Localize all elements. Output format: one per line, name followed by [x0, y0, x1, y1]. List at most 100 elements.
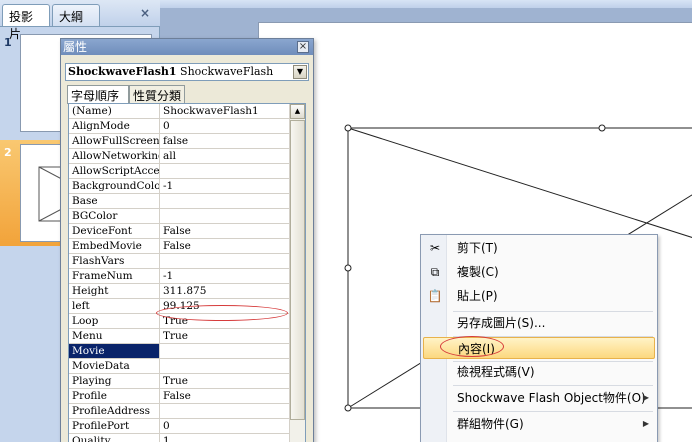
property-key: Base — [69, 194, 160, 208]
property-row[interactable]: Profile False — [69, 389, 291, 404]
property-key: Loop — [69, 314, 160, 328]
properties-title-bar[interactable]: 屬性 × — [61, 39, 313, 55]
property-key: AllowScriptAccess — [69, 164, 160, 178]
object-selector[interactable]: ShockwaveFlash1 ShockwaveFlash ▼ — [65, 63, 309, 81]
property-key: Menu — [69, 329, 160, 343]
tab-slides[interactable]: 投影片 — [2, 4, 50, 41]
property-row[interactable]: Playing True — [69, 374, 291, 389]
property-value[interactable]: True — [160, 374, 291, 388]
chevron-down-icon[interactable]: ▼ — [293, 65, 307, 79]
property-grid: (Name) ShockwaveFlash1 AlignMode 0 AllowFull… — [68, 103, 306, 442]
tab-categorized[interactable]: 性質分類 — [129, 85, 185, 103]
property-row[interactable]: AlignMode 0 — [69, 119, 291, 134]
property-key: Movie — [69, 344, 160, 358]
scissors-icon: ✂ — [429, 241, 441, 255]
property-row[interactable]: Menu True — [69, 329, 291, 344]
property-key: FrameNum — [69, 269, 160, 283]
property-value[interactable]: False — [160, 239, 291, 253]
menu-separator — [453, 411, 653, 412]
property-row[interactable]: FlashVars — [69, 254, 291, 269]
property-row[interactable]: Base — [69, 194, 291, 209]
property-row[interactable]: BGColor — [69, 209, 291, 224]
property-key: AllowNetworking — [69, 149, 160, 163]
menu-item-paste[interactable]: 📋 貼上(P) — [421, 285, 657, 307]
property-key: ProfileAddress — [69, 404, 160, 418]
submenu-arrow-icon: ▶ — [642, 393, 649, 402]
menu-item-label: 剪下(T) — [457, 241, 498, 255]
property-key: MovieData — [69, 359, 160, 373]
property-value[interactable] — [160, 359, 291, 373]
property-value[interactable]: False — [160, 389, 291, 403]
property-key: Profile — [69, 389, 160, 403]
scroll-thumb[interactable] — [290, 120, 305, 420]
property-key: FlashVars — [69, 254, 160, 268]
property-key: DeviceFont — [69, 224, 160, 238]
property-value[interactable]: -1 — [160, 179, 291, 193]
menu-item-group[interactable]: 群組物件(G) ▶ — [421, 413, 657, 435]
menu-item-view-code[interactable]: 檢視程式碼(V) — [421, 361, 657, 383]
property-value[interactable]: 311.875 — [160, 284, 291, 298]
property-key: AlignMode — [69, 119, 160, 133]
property-value[interactable]: all — [160, 149, 291, 163]
paste-icon: 📋 — [427, 289, 443, 303]
object-type: ShockwaveFlash — [180, 65, 274, 78]
slide-number: 1 — [4, 36, 12, 49]
property-row[interactable]: Height 311.875 — [69, 284, 291, 299]
property-value[interactable]: -1 — [160, 269, 291, 283]
menu-item-save-as-picture[interactable]: 另存成圖片(S)... — [421, 312, 657, 334]
menu-item-label: 另存成圖片(S)... — [457, 316, 546, 330]
properties-title: 屬性 — [63, 40, 88, 54]
property-row[interactable]: BackgroundColor -1 — [69, 179, 291, 194]
property-key: Height — [69, 284, 160, 298]
property-row[interactable]: (Name) ShockwaveFlash1 — [69, 104, 291, 119]
tab-outline[interactable]: 大綱 — [52, 4, 100, 26]
property-row[interactable]: DeviceFont False — [69, 224, 291, 239]
property-value[interactable]: false — [160, 134, 291, 148]
property-key: Playing — [69, 374, 160, 388]
menu-item-copy[interactable]: ⧉ 複製(C) — [421, 261, 657, 283]
scrollbar[interactable]: ▲ — [289, 104, 305, 442]
property-value[interactable]: 0 — [160, 119, 291, 133]
property-value[interactable] — [160, 194, 291, 208]
property-row[interactable]: EmbedMovie False — [69, 239, 291, 254]
property-row[interactable]: ProfileAddress — [69, 404, 291, 419]
pane-tab-bar: 投影片 大綱 × — [0, 0, 160, 41]
property-value[interactable]: True — [160, 329, 291, 343]
property-row[interactable]: AllowNetworking all — [69, 149, 291, 164]
property-row[interactable]: MovieData — [69, 359, 291, 374]
menu-item-flash-object[interactable]: Shockwave Flash Object物件(O) ▶ — [421, 387, 657, 409]
property-value[interactable] — [160, 164, 291, 178]
property-value[interactable] — [160, 344, 291, 358]
menu-item-label: 貼上(P) — [457, 289, 498, 303]
close-icon[interactable]: × — [297, 41, 309, 53]
property-row[interactable]: FrameNum -1 — [69, 269, 291, 284]
property-value[interactable]: False — [160, 224, 291, 238]
property-row[interactable]: Movie — [69, 344, 291, 359]
property-key: BGColor — [69, 209, 160, 223]
ribbon-bottom-strip — [160, 0, 692, 8]
property-value[interactable]: 1 — [160, 434, 291, 442]
annotation-ellipse-properties — [440, 336, 504, 357]
tab-alphabetic[interactable]: 字母順序 — [67, 85, 129, 104]
property-row[interactable]: AllowFullScreen false — [69, 134, 291, 149]
property-key: (Name) — [69, 104, 160, 118]
property-value[interactable]: ShockwaveFlash1 — [160, 104, 291, 118]
property-row[interactable]: ProfilePort 0 — [69, 419, 291, 434]
object-name: ShockwaveFlash1 — [68, 65, 177, 78]
menu-item-label: 群組物件(G) — [457, 417, 524, 431]
slide-number: 2 — [4, 146, 12, 159]
property-value[interactable] — [160, 404, 291, 418]
copy-icon: ⧉ — [430, 265, 440, 279]
property-key: BackgroundColor — [69, 179, 160, 193]
property-value[interactable] — [160, 254, 291, 268]
scroll-up-icon[interactable]: ▲ — [290, 104, 305, 119]
property-key: EmbedMovie — [69, 239, 160, 253]
property-row[interactable]: AllowScriptAccess — [69, 164, 291, 179]
annotation-ellipse-movie — [156, 305, 288, 321]
menu-item-cut[interactable]: ✂ 剪下(T) — [421, 237, 657, 259]
property-value[interactable]: 0 — [160, 419, 291, 433]
property-row[interactable]: Quality 1 — [69, 434, 291, 442]
property-value[interactable] — [160, 209, 291, 223]
pane-close-icon[interactable]: × — [138, 6, 152, 20]
submenu-arrow-icon: ▶ — [642, 419, 649, 428]
